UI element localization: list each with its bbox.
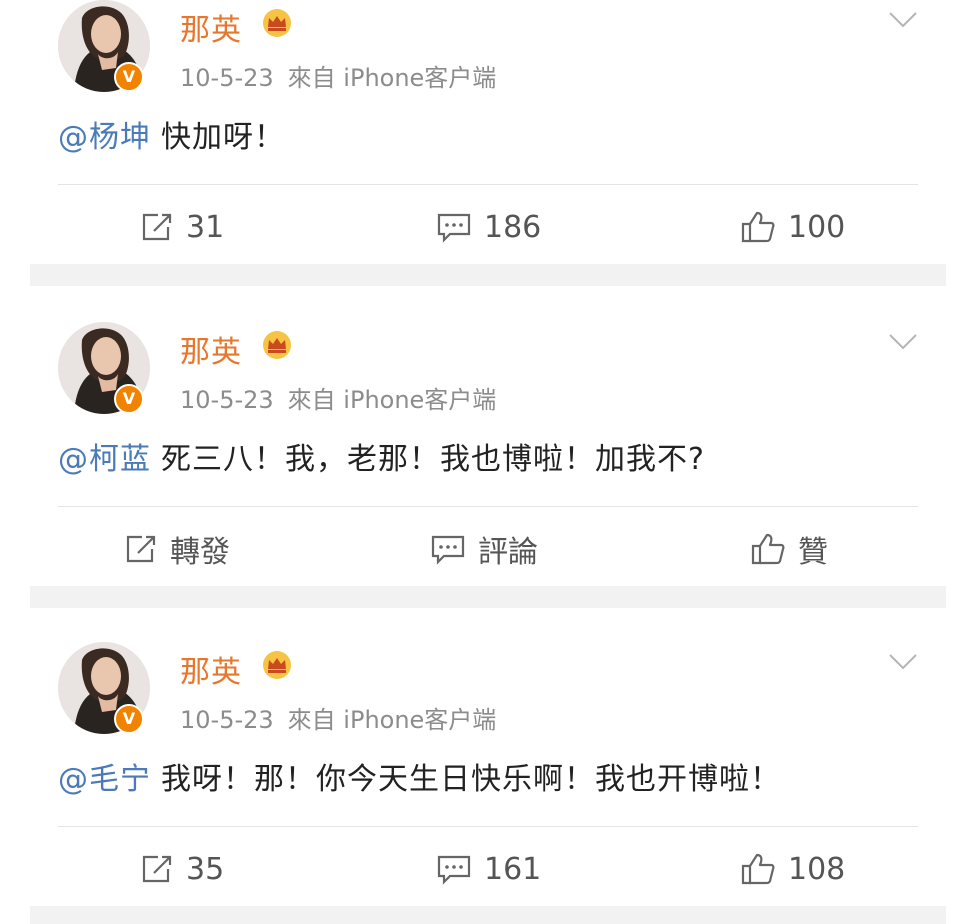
divider [58,826,918,827]
post-text: 快加呀！ [161,120,285,155]
repost-icon [142,213,172,241]
author-name[interactable]: 那英 [180,327,242,371]
repost-icon [126,535,156,563]
repost-button[interactable]: 31 [140,205,224,249]
verified-badge: V [114,384,144,414]
comment-icon [431,535,465,565]
post-meta: 10-5-23 來自 iPhone客户端 [180,700,496,735]
comment-button[interactable]: 161 [436,847,541,891]
verified-badge: V [114,62,144,92]
comment-icon [437,855,471,885]
comment-count: 161 [484,851,542,887]
crown-icon [263,331,291,359]
chevron-down-icon[interactable] [888,332,918,352]
post-content: @柯蓝 死三八！我，老那！我也博啦！加我不? [58,434,705,478]
weibo-post: V 那英 10-5-23 來自 iPhone客户端 @杨坤 快加呀！ 31 186 … [30,0,946,264]
crown-icon [263,651,291,679]
post-separator [30,264,946,286]
comment-icon [437,213,471,243]
like-button[interactable]: 贊 [750,527,828,571]
post-meta: 10-5-23 來自 iPhone客户端 [180,380,496,415]
post-source[interactable]: 來自 iPhone客户端 [288,386,497,414]
mention-link[interactable]: @杨坤 [58,120,151,155]
divider [58,184,918,185]
author-name[interactable]: 那英 [180,647,242,691]
post-text: 我呀！那！你今天生日快乐啊！我也开博啦！ [161,762,781,797]
like-count: 100 [788,209,846,245]
weibo-post: V 那英 10-5-23 來自 iPhone客户端 @柯蓝 死三八！我，老那！我也博… [30,322,946,586]
post-separator [30,906,946,924]
like-label: 贊 [798,535,828,570]
post-date: 10-5-23 [180,706,274,734]
crown-icon [263,9,291,37]
like-icon [741,853,775,885]
like-button[interactable]: 100 [740,205,845,249]
like-icon [751,533,785,565]
like-icon [741,211,775,243]
weibo-post: V 那英 10-5-23 來自 iPhone客户端 @毛宁 我呀！那！你今天生日快乐… [30,642,946,906]
like-count: 108 [788,851,846,887]
repost-count: 31 [186,209,225,245]
post-separator [30,586,946,608]
post-content: @毛宁 我呀！那！你今天生日快乐啊！我也开博啦！ [58,754,781,798]
verified-badge: V [114,704,144,734]
repost-button[interactable]: 35 [140,847,224,891]
repost-count: 35 [186,851,225,887]
post-text: 死三八！我，老那！我也博啦！加我不? [161,442,705,477]
post-source[interactable]: 來自 iPhone客户端 [288,706,497,734]
chevron-down-icon[interactable] [888,10,918,30]
repost-icon [142,855,172,883]
mention-link[interactable]: @毛宁 [58,762,151,797]
post-meta: 10-5-23 來自 iPhone客户端 [180,58,496,93]
chevron-down-icon[interactable] [888,652,918,672]
post-content: @杨坤 快加呀！ [58,112,285,156]
author-name[interactable]: 那英 [180,5,242,49]
like-button[interactable]: 108 [740,847,845,891]
comment-button[interactable]: 評論 [430,527,538,571]
post-date: 10-5-23 [180,64,274,92]
comment-button[interactable]: 186 [436,205,541,249]
comment-count: 186 [484,209,542,245]
comment-label: 評論 [478,535,538,570]
post-date: 10-5-23 [180,386,274,414]
mention-link[interactable]: @柯蓝 [58,442,151,477]
repost-label: 轉發 [170,535,230,570]
divider [58,506,918,507]
post-source[interactable]: 來自 iPhone客户端 [288,64,497,92]
repost-button[interactable]: 轉發 [124,527,230,571]
